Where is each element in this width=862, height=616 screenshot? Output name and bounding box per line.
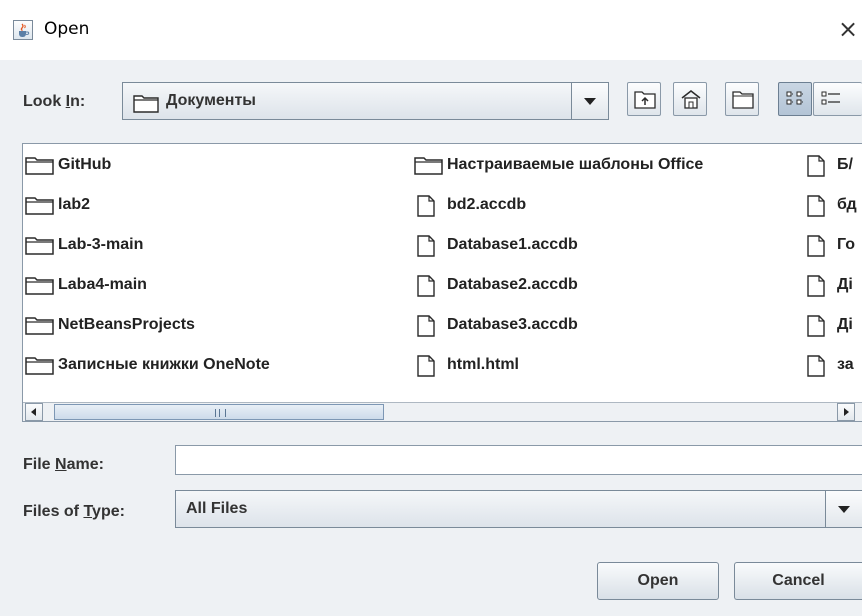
item-name: Database3.accdb [447,316,578,333]
file-icon [417,235,435,257]
file-name-input[interactable] [175,445,862,475]
horizontal-scrollbar[interactable] [23,402,862,421]
folder-icon [25,197,54,215]
scrollbar-thumb[interactable] [54,404,384,420]
file-icon [807,355,825,377]
item-name: NetBeansProjects [58,316,195,333]
item-name: GitHub [58,156,112,173]
item-name: Го [837,236,856,253]
item-name: за [837,356,854,373]
item-name: Записные книжки OneNote [58,356,270,373]
file-icon [807,235,825,257]
grip-icon [215,409,226,417]
item-name: html.html [447,356,519,373]
folder-icon [25,157,54,175]
arrow-right-icon [844,408,849,416]
folder-up-icon [634,91,656,109]
chevron-down-icon [584,98,596,105]
item-name: Lab-3-main [58,236,144,253]
home-button[interactable] [673,82,707,116]
files-of-type-label: Files of Type: [23,503,125,520]
folder-icon [25,357,54,375]
item-name: Database1.accdb [447,236,578,253]
new-folder-icon [732,91,754,109]
folder-icon [133,95,159,113]
folder-icon [25,237,54,255]
title-bar: Open × [0,0,862,60]
file-icon [417,275,435,297]
look-in-value: Документы [166,92,256,109]
java-cup-icon [13,20,33,40]
folder-icon [25,277,54,295]
file-icon [807,315,825,337]
up-one-level-button[interactable] [627,82,661,116]
item-name: Б/ [837,156,853,173]
file-icon [807,275,825,297]
look-in-combo[interactable]: Документы [122,82,609,120]
file-icon [417,355,435,377]
files-of-type-combo[interactable]: All Files [175,490,862,528]
file-list[interactable]: GitHub lab2 Lab-3-main Laba4-main NetBeansPr… [22,143,862,422]
look-in-label: Look In: [23,93,86,110]
details-view-button[interactable] [813,82,862,116]
item-name: lab2 [58,196,91,213]
files-of-type-dropdown-button[interactable] [825,491,862,527]
create-new-folder-button[interactable] [725,82,759,116]
item-name: Настраиваемые шаблоны Office [447,156,704,173]
open-button[interactable]: Open [597,562,719,600]
scroll-right-button[interactable] [837,403,855,421]
window-title: Open [44,19,90,39]
scroll-left-button[interactable] [25,403,43,421]
item-name: Database2.accdb [447,276,578,293]
chevron-down-icon [838,506,850,513]
item-name: бд [837,196,857,213]
item-name: Ді [837,316,853,333]
item-name: Laba4-main [58,276,147,293]
file-icon [807,195,825,217]
folder-icon [25,317,54,335]
home-icon [681,90,701,109]
details-view-icon [821,91,840,105]
item-name: bd2.accdb [447,196,527,213]
cancel-button[interactable]: Cancel [734,562,862,600]
list-view-icon [786,91,804,105]
look-in-dropdown-button[interactable] [571,83,608,119]
file-icon [417,315,435,337]
close-button[interactable]: × [838,14,858,44]
dialog-content: Look In: Документы GitHub lab2 Lab-3-mai… [0,60,862,616]
folder-icon [414,157,443,175]
files-of-type-value: All Files [186,500,248,517]
file-name-label: File Name: [23,456,104,473]
file-icon [417,195,435,217]
arrow-left-icon [31,408,36,416]
item-name: Ді [837,276,853,293]
file-icon [807,155,825,177]
list-view-button[interactable] [778,82,812,116]
